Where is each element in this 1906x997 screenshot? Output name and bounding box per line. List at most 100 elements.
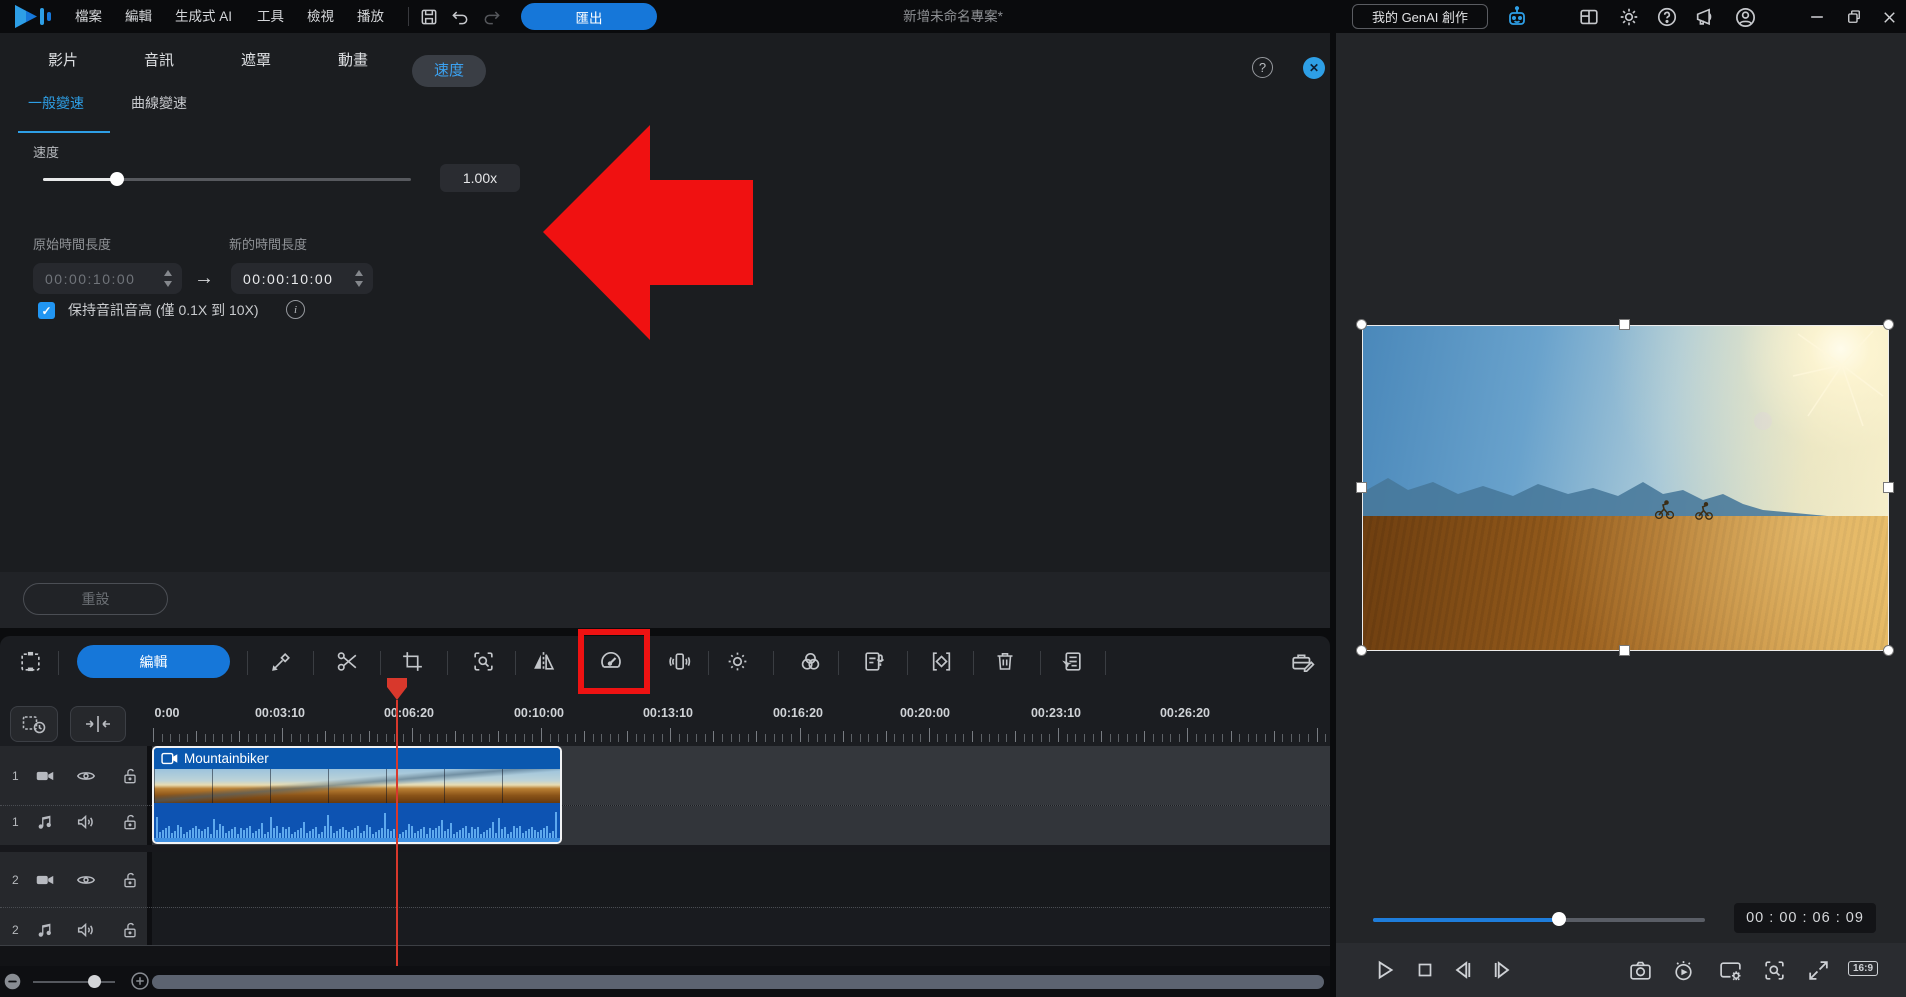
new-duration-field[interactable]: 00:00:10:00 — [231, 263, 373, 294]
my-genai-creations-button[interactable]: 我的 GenAI 創作 — [1352, 4, 1488, 29]
track-number: 2 — [12, 873, 19, 887]
help-button[interactable] — [1654, 4, 1680, 30]
workspace-layout-button[interactable] — [1576, 4, 1602, 30]
tab-animation[interactable]: 動畫 — [338, 33, 368, 89]
window-minimize-button[interactable] — [1804, 4, 1830, 30]
slider-thumb[interactable] — [109, 172, 124, 186]
timeline-clip-mountainbiker[interactable]: Mountainbiker — [152, 746, 562, 844]
eye-icon[interactable] — [75, 869, 97, 891]
reset-button[interactable]: 重設 — [23, 583, 168, 615]
export-button[interactable]: 匯出 — [521, 3, 657, 30]
tab-mask[interactable]: 遮罩 — [241, 33, 271, 89]
aspect-ratio-button[interactable]: 16:9 — [1847, 961, 1879, 976]
customize-toolbar-button[interactable] — [1289, 647, 1317, 675]
eye-icon[interactable] — [75, 765, 97, 787]
subtab-curve-speed[interactable]: 曲線變速 — [131, 93, 187, 117]
genai-robot-button[interactable] — [1504, 4, 1530, 30]
speed-value-box[interactable]: 1.00x — [440, 164, 520, 192]
lock-open-icon[interactable] — [120, 869, 140, 891]
menu-item-generative-ai[interactable]: 生成式 AI — [175, 0, 232, 33]
stop-button[interactable] — [1411, 956, 1439, 984]
next-frame-icon — [1489, 957, 1515, 983]
razor-tool-button[interactable] — [267, 647, 295, 675]
keyframe-button[interactable] — [927, 647, 955, 675]
playhead-marker[interactable] — [386, 678, 408, 701]
resize-handle-mid-left[interactable] — [1356, 482, 1367, 493]
menu-item-play[interactable]: 播放 — [357, 0, 384, 33]
speaker-icon[interactable] — [75, 811, 97, 833]
stabilizer-button[interactable] — [665, 647, 693, 675]
speaker-icon[interactable] — [75, 919, 97, 941]
menu-item-edit[interactable]: 編輯 — [125, 0, 152, 33]
track-lane-audio-2[interactable] — [152, 908, 1330, 945]
zoom-in-icon[interactable] — [130, 971, 150, 991]
clip-title-bar[interactable]: Mountainbiker — [154, 748, 560, 769]
preview-video-frame[interactable] — [1362, 325, 1889, 651]
resize-handle-mid-right[interactable] — [1883, 482, 1894, 493]
select-all-after-button[interactable] — [1057, 647, 1085, 675]
tab-video[interactable]: 影片 — [48, 33, 78, 89]
video-sun-rays — [1754, 330, 1884, 430]
resize-handle-top-left[interactable] — [1356, 319, 1367, 330]
previous-frame-button[interactable] — [1449, 956, 1477, 984]
flip-button[interactable] — [529, 647, 557, 675]
lock-open-icon[interactable] — [120, 811, 140, 833]
speed-slider[interactable] — [43, 172, 411, 186]
snapshot-button[interactable] — [1626, 956, 1654, 984]
tab-speed[interactable]: 速度 — [411, 55, 487, 87]
window-close-button[interactable] — [1876, 4, 1902, 30]
fullscreen-button[interactable] — [1804, 956, 1832, 984]
menu-item-view[interactable]: 檢視 — [307, 0, 334, 33]
timecode-display[interactable]: 00 : 00 : 06 : 09 — [1734, 903, 1876, 933]
account-button[interactable] — [1732, 4, 1758, 30]
lighting-button[interactable] — [723, 647, 751, 675]
split-tool-button[interactable] — [333, 647, 361, 675]
new-duration-stepper[interactable] — [353, 268, 365, 289]
announcements-button[interactable] — [1692, 4, 1718, 30]
resize-handle-bottom-right[interactable] — [1883, 645, 1894, 656]
zoom-fit-button[interactable] — [1760, 956, 1788, 984]
timeline-horizontal-scrollbar[interactable] — [152, 975, 1324, 989]
color-adjust-button[interactable] — [796, 647, 824, 675]
timeline-zoom-thumb[interactable] — [87, 975, 101, 988]
track-select-tool-button[interactable] — [16, 647, 44, 675]
keep-pitch-checkbox[interactable]: ✓ — [38, 302, 55, 319]
render-preview-button[interactable] — [1669, 956, 1697, 984]
info-icon[interactable]: i — [286, 300, 305, 319]
playhead-line[interactable] — [396, 700, 398, 966]
panel-help-button[interactable]: ? — [1252, 57, 1273, 78]
divider — [408, 7, 409, 26]
crop-tool-button[interactable] — [398, 647, 426, 675]
timeline-zoom-slider[interactable] — [33, 981, 115, 983]
save-button[interactable] — [416, 4, 442, 30]
menu-item-file[interactable]: 檔案 — [75, 0, 102, 33]
zoom-out-icon[interactable] — [4, 973, 21, 990]
video-track-icon — [34, 869, 56, 891]
redo-button[interactable] — [479, 4, 505, 30]
speech-to-text-button[interactable] — [860, 647, 888, 675]
lock-open-icon[interactable] — [120, 765, 140, 787]
delete-button[interactable] — [991, 647, 1019, 675]
panel-close-button[interactable]: ✕ — [1303, 57, 1325, 79]
resize-handle-top-right[interactable] — [1883, 319, 1894, 330]
tab-audio[interactable]: 音訊 — [144, 33, 174, 89]
magnetic-zoom-button[interactable] — [469, 647, 497, 675]
resize-handle-top-center[interactable] — [1619, 319, 1630, 330]
subtab-normal-speed[interactable]: 一般變速 — [28, 93, 84, 117]
settings-button[interactable] — [1616, 4, 1642, 30]
resize-handle-bottom-center[interactable] — [1619, 645, 1630, 656]
menu-item-tools[interactable]: 工具 — [257, 0, 284, 33]
next-frame-button[interactable] — [1488, 956, 1516, 984]
seek-thumb[interactable] — [1551, 912, 1566, 926]
chevron-up-icon[interactable] — [355, 270, 363, 276]
resize-handle-bottom-left[interactable] — [1356, 645, 1367, 656]
edit-mode-button[interactable]: 編輯 — [77, 645, 230, 678]
lock-open-icon[interactable] — [120, 919, 140, 941]
chevron-down-icon[interactable] — [355, 281, 363, 287]
preview-seek-slider[interactable] — [1373, 911, 1705, 927]
preview-quality-button[interactable] — [1716, 956, 1744, 984]
undo-button[interactable] — [447, 4, 473, 30]
play-button[interactable] — [1370, 956, 1398, 984]
window-restore-button[interactable] — [1841, 4, 1867, 30]
track-lane-video-2[interactable] — [152, 852, 1330, 907]
